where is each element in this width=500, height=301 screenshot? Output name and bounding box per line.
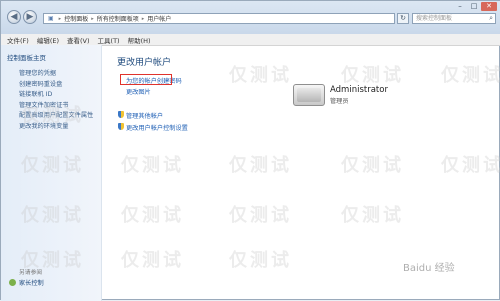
sidebar-home-link[interactable]: 控制面板主页 — [7, 52, 46, 62]
see-also-heading: 另请参阅 — [19, 270, 43, 276]
search-placeholder: 搜索控制面板 — [416, 15, 453, 22]
watermark-text: 仅测试 — [441, 155, 500, 176]
minimize-button[interactable]: – — [453, 2, 467, 11]
watermark-text: 仅测试 — [341, 65, 404, 86]
uac-shield-icon — [118, 123, 124, 130]
watermark-text: 仅测试 — [229, 250, 292, 271]
sidebar-item-env-vars[interactable]: 更改我的环境变量 — [19, 122, 93, 133]
breadcrumb-chevron-icon: ▸ — [58, 15, 62, 22]
breadcrumb-chevron-icon: ▸ — [141, 15, 145, 22]
watermark-text: 仅测试 — [341, 155, 404, 176]
close-button[interactable]: ✕ — [481, 2, 497, 11]
menu-file[interactable]: 文件(F) — [7, 35, 29, 45]
forward-button[interactable]: ▶ — [23, 10, 37, 24]
uac-shield-icon — [118, 111, 124, 118]
sidebar-item-reset-disk[interactable]: 创建密码重设盘 — [19, 80, 93, 91]
menu-view[interactable]: 查看(V) — [67, 35, 90, 45]
breadcrumb-chevron-icon: ▸ — [91, 15, 94, 22]
maximize-button[interactable]: □ — [467, 2, 481, 11]
manage-accounts-label: 管理其他帐户 — [126, 113, 164, 120]
address-input[interactable]: ▣ ▸ 控制面板 ▸ 所有控制面板项 ▸ 用户帐户 — [43, 13, 395, 24]
create-password-link[interactable]: 为您的帐户创建密码 — [120, 74, 182, 85]
baidu-jingyan-logo: Baidu 经验 — [403, 263, 455, 274]
sidebar-item-encryption-cert[interactable]: 管理文件加密证书 — [19, 101, 93, 112]
control-panel-window: ◀ ▶ ▣ ▸ 控制面板 ▸ 所有控制面板项 ▸ 用户帐户 ↻ 搜索控制面板 ⌕… — [0, 0, 500, 301]
watermark-text: 仅测试 — [121, 205, 184, 226]
uac-settings-link[interactable]: 更改用户帐户控制设置 — [118, 123, 188, 132]
search-input[interactable]: 搜索控制面板 ⌕ — [412, 13, 496, 24]
watermark-text: 仅测试 — [121, 250, 184, 271]
breadcrumb-user-accounts[interactable]: 用户帐户 — [147, 14, 171, 23]
parental-controls-label: 家长控制 — [19, 280, 44, 287]
watermark-text: 仅测试 — [121, 155, 184, 176]
watermark-text: 仅测试 — [229, 205, 292, 226]
highlight-box — [120, 74, 172, 85]
sidebar: 控制面板主页 管理您的凭据 创建密码重设盘 链接联机 ID 管理文件加密证书 配… — [1, 45, 102, 301]
control-panel-icon: ▣ — [48, 15, 54, 22]
menu-help[interactable]: 帮助(H) — [128, 35, 151, 45]
account-role: 管理员 — [330, 98, 349, 105]
account-name: Administrator — [330, 85, 388, 95]
refresh-button[interactable]: ↻ — [397, 13, 409, 24]
address-bar-area: ◀ ▶ ▣ ▸ 控制面板 ▸ 所有控制面板项 ▸ 用户帐户 ↻ 搜索控制面板 ⌕… — [1, 1, 500, 35]
menu-edit[interactable]: 编辑(E) — [37, 35, 59, 45]
sidebar-item-credentials[interactable]: 管理您的凭据 — [19, 69, 93, 80]
sidebar-item-parental-controls[interactable]: 家长控制 — [9, 278, 44, 287]
menu-tools[interactable]: 工具(T) — [98, 35, 120, 45]
parental-controls-icon — [9, 279, 16, 286]
breadcrumb-all-items[interactable]: 所有控制面板项 — [97, 14, 139, 23]
change-picture-link[interactable]: 更改图片 — [126, 87, 151, 96]
page-title: 更改用户帐户 — [117, 58, 172, 68]
watermark-text: 仅测试 — [341, 205, 404, 226]
watermark-text: 仅测试 — [229, 155, 292, 176]
back-button[interactable]: ◀ — [7, 10, 21, 24]
uac-settings-label: 更改用户帐户控制设置 — [126, 125, 188, 132]
sidebar-links: 管理您的凭据 创建密码重设盘 链接联机 ID 管理文件加密证书 配置高级用户配置… — [19, 69, 93, 132]
breadcrumb-control-panel[interactable]: 控制面板 — [64, 14, 88, 23]
watermark-text: 仅测试 — [229, 65, 292, 86]
sidebar-item-profile-props[interactable]: 配置高级用户配置文件属性 — [19, 111, 93, 122]
sidebar-item-online-id[interactable]: 链接联机 ID — [19, 90, 93, 101]
manage-accounts-link[interactable]: 管理其他帐户 — [118, 111, 164, 120]
watermark-text: 仅测试 — [441, 65, 500, 86]
search-icon: ⌕ — [489, 14, 493, 22]
account-picture[interactable] — [293, 84, 325, 106]
